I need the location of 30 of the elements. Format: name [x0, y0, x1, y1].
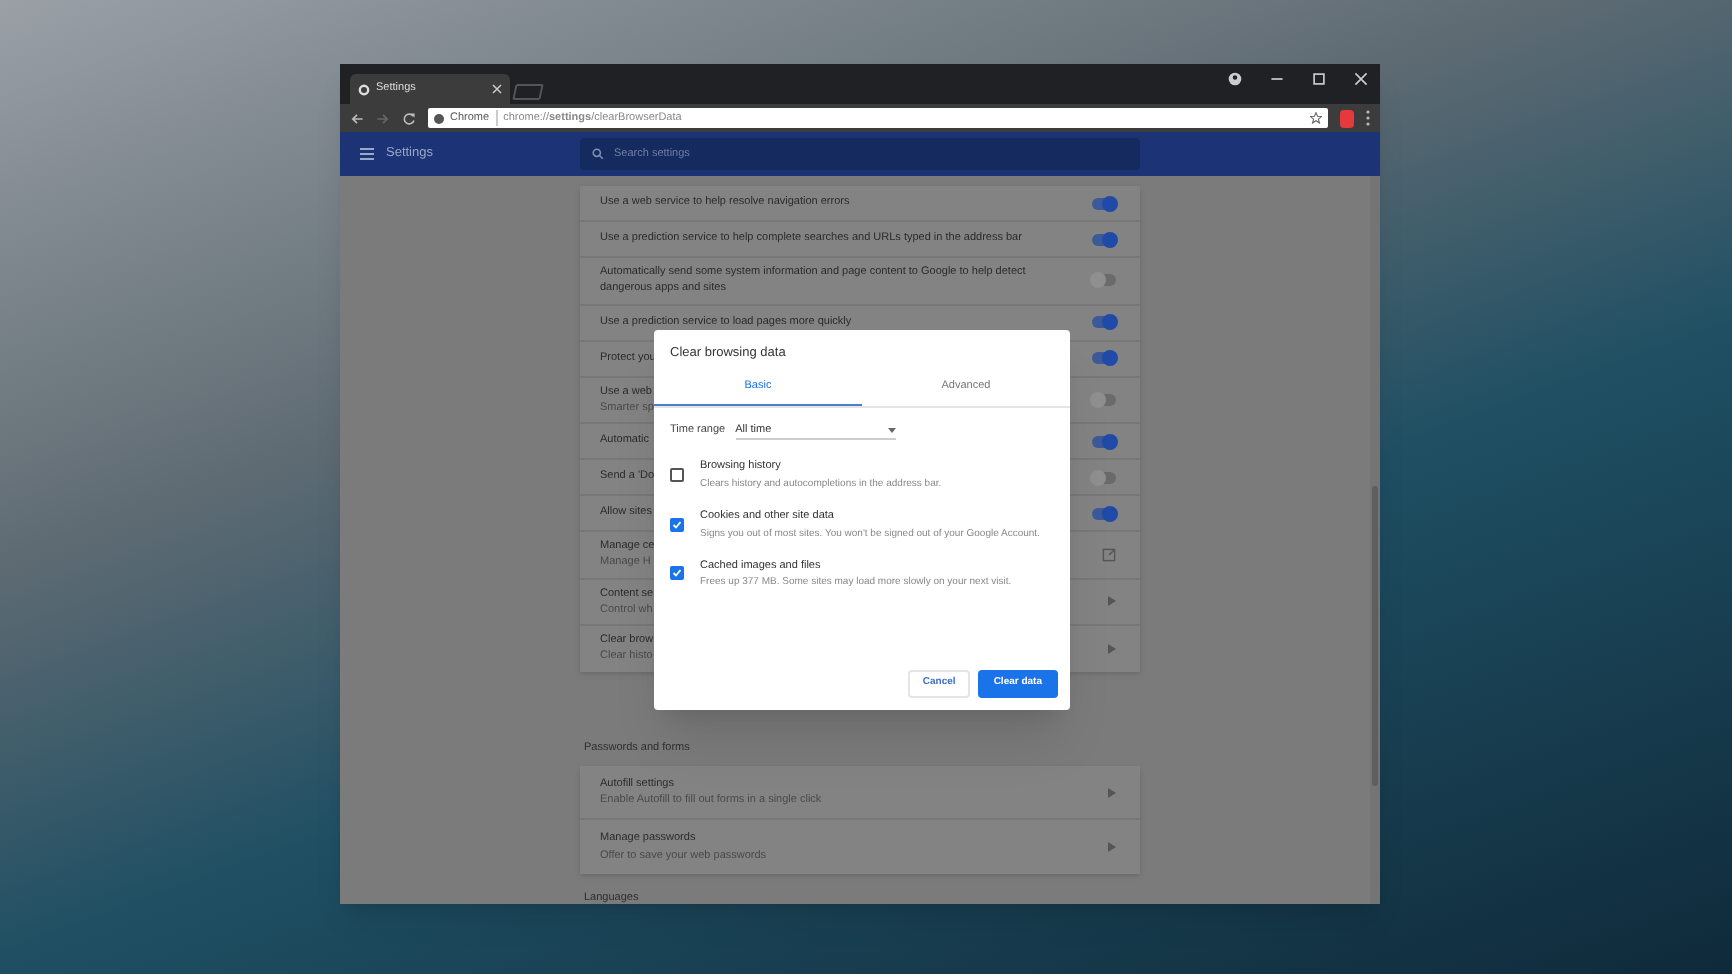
- toggle-switch[interactable]: [1092, 274, 1116, 287]
- arrow-right-icon[interactable]: [1108, 643, 1116, 654]
- checkbox[interactable]: [670, 467, 684, 482]
- back-arrow-icon[interactable]: [350, 111, 364, 125]
- toggle-switch[interactable]: [1092, 352, 1116, 364]
- toggle-switch[interactable]: [1092, 435, 1116, 447]
- forward-arrow-icon[interactable]: [376, 111, 390, 125]
- close-icon[interactable]: [492, 84, 502, 94]
- toggle-switch[interactable]: [1092, 316, 1116, 328]
- caret-icon: [887, 427, 896, 433]
- extension-icon[interactable]: [1340, 109, 1354, 127]
- arrow-right-icon[interactable]: [1108, 787, 1116, 797]
- account-icon[interactable]: [1228, 72, 1242, 86]
- close-icon[interactable]: [1354, 72, 1368, 86]
- toggle-switch[interactable]: [1092, 471, 1116, 483]
- checkbox[interactable]: [670, 566, 684, 581]
- minimize-icon[interactable]: [1270, 72, 1284, 86]
- search-icon: [592, 148, 604, 160]
- arrow-right-icon[interactable]: [1108, 842, 1116, 852]
- toggle-switch[interactable]: [1092, 197, 1116, 209]
- new-tab-button[interactable]: [512, 84, 544, 100]
- toggle-switch[interactable]: [1092, 507, 1116, 519]
- reload-icon[interactable]: [402, 111, 416, 125]
- star-icon[interactable]: [1310, 112, 1322, 124]
- toggle-switch[interactable]: [1092, 393, 1116, 406]
- toggle-switch[interactable]: [1092, 233, 1116, 245]
- arrow-right-icon[interactable]: [1108, 596, 1116, 607]
- maximize-icon[interactable]: [1312, 72, 1326, 86]
- menu-icon[interactable]: [360, 148, 374, 160]
- external-link-icon[interactable]: [1102, 547, 1116, 562]
